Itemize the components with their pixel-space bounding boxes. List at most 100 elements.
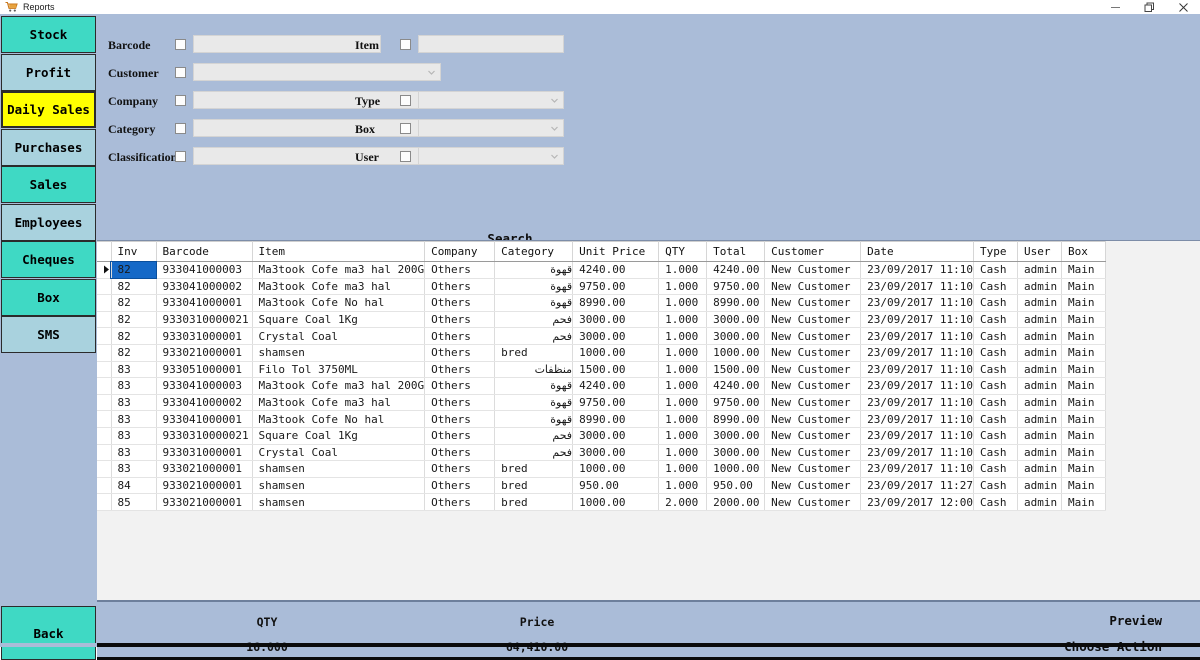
grid-cell-date[interactable]: 23/09/2017 11:10	[861, 427, 974, 444]
grid-cell-company[interactable]: Others	[425, 328, 495, 345]
grid-cell-total[interactable]: 3000.00	[707, 427, 765, 444]
grid-cell-date[interactable]: 23/09/2017 11:10	[861, 411, 974, 428]
grid-cell-box[interactable]: Main	[1062, 477, 1106, 494]
grid-cell-date[interactable]: 23/09/2017 11:27	[861, 477, 974, 494]
grid-cell-customer[interactable]: New Customer	[765, 344, 861, 361]
grid-cell-category[interactable]: bred	[495, 477, 573, 494]
row-indicator[interactable]	[97, 394, 111, 411]
table-row[interactable]: 839330310000021Square Coal 1KgOthersفحم3…	[97, 427, 1106, 444]
grid-cell-customer[interactable]: New Customer	[765, 295, 861, 312]
grid-cell-company[interactable]: Others	[425, 278, 495, 295]
grid-cell-qty[interactable]: 1.000	[659, 262, 707, 279]
grid-cell-barcode[interactable]: 933021000001	[156, 477, 252, 494]
grid-cell-date[interactable]: 23/09/2017 11:10	[861, 461, 974, 478]
grid-cell-inv[interactable]: 83	[111, 444, 156, 461]
grid-cell-item[interactable]: Ma3took Cofe ma3 hal	[252, 278, 425, 295]
grid-cell-user[interactable]: admin	[1018, 378, 1062, 395]
grid-cell-unit-price[interactable]: 9750.00	[573, 394, 659, 411]
filter-input-barcode[interactable]	[193, 35, 381, 53]
grid-cell-user[interactable]: admin	[1018, 262, 1062, 279]
grid-column-header-inv[interactable]: Inv	[111, 242, 156, 262]
grid-cell-type[interactable]: Cash	[974, 394, 1018, 411]
grid-cell-qty[interactable]: 1.000	[659, 411, 707, 428]
table-row[interactable]: 82933041000001Ma3took Cofe No halOthersق…	[97, 295, 1106, 312]
grid-column-header-customer[interactable]: Customer	[765, 242, 861, 262]
grid-cell-user[interactable]: admin	[1018, 444, 1062, 461]
grid-cell-total[interactable]: 4240.00	[707, 262, 765, 279]
grid-column-header-company[interactable]: Company	[425, 242, 495, 262]
grid-cell-inv[interactable]: 83	[111, 461, 156, 478]
grid-cell-inv[interactable]: 82	[111, 311, 156, 328]
grid-cell-company[interactable]: Others	[425, 444, 495, 461]
grid-cell-customer[interactable]: New Customer	[765, 461, 861, 478]
grid-cell-box[interactable]: Main	[1062, 411, 1106, 428]
row-indicator[interactable]	[97, 477, 111, 494]
filter-checkbox-barcode[interactable]	[175, 39, 186, 50]
grid-cell-inv[interactable]: 84	[111, 477, 156, 494]
grid-cell-inv[interactable]: 83	[111, 427, 156, 444]
grid-column-header-unit-price[interactable]: Unit Price	[573, 242, 659, 262]
table-row[interactable]: 83933031000001Crystal CoalOthersفحم3000.…	[97, 444, 1106, 461]
grid-cell-total[interactable]: 9750.00	[707, 394, 765, 411]
grid-cell-qty[interactable]: 1.000	[659, 278, 707, 295]
grid-cell-customer[interactable]: New Customer	[765, 262, 861, 279]
grid-cell-company[interactable]: Others	[425, 262, 495, 279]
grid-column-header-type[interactable]: Type	[974, 242, 1018, 262]
grid-column-header-category[interactable]: Category	[495, 242, 573, 262]
grid-cell-inv[interactable]: 83	[111, 361, 156, 378]
grid-cell-box[interactable]: Main	[1062, 295, 1106, 312]
table-row[interactable]: 83933041000003Ma3took Cofe ma3 hal 200GO…	[97, 378, 1106, 395]
grid-cell-box[interactable]: Main	[1062, 328, 1106, 345]
filter-checkbox-type[interactable]	[400, 95, 411, 106]
table-row[interactable]: 83933051000001Filo Tol 3750MLOthersمنظفا…	[97, 361, 1106, 378]
grid-cell-date[interactable]: 23/09/2017 11:10	[861, 344, 974, 361]
grid-cell-box[interactable]: Main	[1062, 427, 1106, 444]
grid-column-header-date[interactable]: Date	[861, 242, 974, 262]
grid-cell-total[interactable]: 3000.00	[707, 328, 765, 345]
grid-cell-company[interactable]: Others	[425, 378, 495, 395]
grid-cell-unit-price[interactable]: 1500.00	[573, 361, 659, 378]
grid-cell-company[interactable]: Others	[425, 295, 495, 312]
grid-cell-unit-price[interactable]: 3000.00	[573, 427, 659, 444]
grid-cell-category[interactable]: فحم	[495, 427, 573, 444]
row-indicator[interactable]	[97, 494, 111, 511]
grid-cell-qty[interactable]: 1.000	[659, 344, 707, 361]
grid-cell-box[interactable]: Main	[1062, 494, 1106, 511]
grid-cell-company[interactable]: Others	[425, 411, 495, 428]
grid-cell-item[interactable]: shamsen	[252, 461, 425, 478]
grid-cell-type[interactable]: Cash	[974, 344, 1018, 361]
sidebar-item-employees[interactable]: Employees	[1, 204, 96, 241]
grid-cell-date[interactable]: 23/09/2017 12:00	[861, 494, 974, 511]
grid-cell-item[interactable]: Crystal Coal	[252, 444, 425, 461]
grid-column-header-user[interactable]: User	[1018, 242, 1062, 262]
grid-cell-customer[interactable]: New Customer	[765, 444, 861, 461]
grid-cell-barcode[interactable]: 933031000001	[156, 444, 252, 461]
grid-cell-total[interactable]: 8990.00	[707, 411, 765, 428]
grid-cell-total[interactable]: 3000.00	[707, 311, 765, 328]
grid-cell-category[interactable]: فحم	[495, 328, 573, 345]
grid-column-header-box[interactable]: Box	[1062, 242, 1106, 262]
grid-cell-date[interactable]: 23/09/2017 11:10	[861, 444, 974, 461]
table-row[interactable]: 83933041000002Ma3took Cofe ma3 halOthers…	[97, 394, 1106, 411]
grid-cell-type[interactable]: Cash	[974, 444, 1018, 461]
preview-button[interactable]: Preview	[1109, 613, 1162, 628]
grid-cell-user[interactable]: admin	[1018, 394, 1062, 411]
back-button[interactable]: Back	[1, 606, 96, 660]
grid-cell-customer[interactable]: New Customer	[765, 378, 861, 395]
grid-cell-category[interactable]: قهوة	[495, 378, 573, 395]
grid-cell-user[interactable]: admin	[1018, 328, 1062, 345]
sidebar-item-box[interactable]: Box	[1, 279, 96, 316]
grid-cell-category[interactable]: فحم	[495, 311, 573, 328]
grid-cell-user[interactable]: admin	[1018, 411, 1062, 428]
filter-checkbox-box[interactable]	[400, 123, 411, 134]
grid-cell-customer[interactable]: New Customer	[765, 328, 861, 345]
grid-cell-inv[interactable]: 85	[111, 494, 156, 511]
grid-cell-user[interactable]: admin	[1018, 344, 1062, 361]
grid-cell-qty[interactable]: 1.000	[659, 361, 707, 378]
sidebar-item-stock[interactable]: Stock	[1, 16, 96, 53]
grid-cell-type[interactable]: Cash	[974, 361, 1018, 378]
grid-cell-inv[interactable]: 82	[111, 344, 156, 361]
row-indicator[interactable]	[97, 427, 111, 444]
grid-cell-barcode[interactable]: 9330310000021	[156, 427, 252, 444]
grid-cell-box[interactable]: Main	[1062, 278, 1106, 295]
